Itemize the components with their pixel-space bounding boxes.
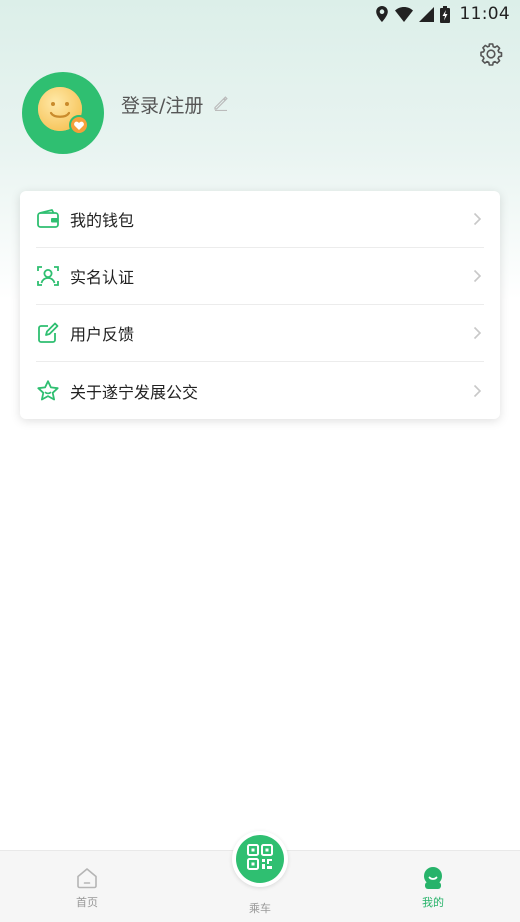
home-icon xyxy=(75,866,99,890)
ride-button[interactable] xyxy=(232,831,288,887)
chevron-right-icon xyxy=(470,269,484,283)
tab-home-label: 首页 xyxy=(76,896,98,909)
chevron-right-icon xyxy=(470,326,484,340)
menu-item-wallet[interactable]: 我的钱包 xyxy=(36,191,484,248)
bottom-nav: 首页 乘车 我的 xyxy=(0,831,520,922)
login-register-link[interactable]: 登录/注册 xyxy=(121,91,229,118)
gear-icon xyxy=(479,42,503,70)
star-icon xyxy=(36,379,60,403)
status-time: 11:04 xyxy=(459,4,510,24)
login-label: 登录/注册 xyxy=(121,95,204,117)
status-bar: 11:04 xyxy=(0,0,520,28)
ride-button-inner xyxy=(236,835,284,883)
settings-button[interactable] xyxy=(478,43,504,69)
tab-mine-label: 我的 xyxy=(422,896,444,909)
signal-icon xyxy=(418,6,434,22)
menu-label-about: 关于遂宁发展公交 xyxy=(70,382,199,402)
menu-item-feedback[interactable]: 用户反馈 xyxy=(36,305,484,362)
menu-label-feedback: 用户反馈 xyxy=(70,325,135,344)
chevron-right-icon xyxy=(470,384,484,398)
menu-label-id-verify: 实名认证 xyxy=(70,268,135,287)
battery-charging-icon xyxy=(439,5,450,23)
feedback-icon xyxy=(36,321,60,345)
wifi-icon xyxy=(394,6,413,22)
tab-home[interactable]: 首页 xyxy=(42,851,132,922)
profile-screen: 11:04 登录/注册 我的钱包 实名认证 用户反馈 关于遂宁发展公交 首页 乘… xyxy=(0,0,520,922)
tab-ride-label: 乘车 xyxy=(249,902,271,915)
chevron-right-icon xyxy=(470,212,484,226)
id-verify-icon xyxy=(36,264,60,288)
tab-mine[interactable]: 我的 xyxy=(388,851,478,922)
menu-label-wallet: 我的钱包 xyxy=(70,211,135,230)
menu-card: 我的钱包 实名认证 用户反馈 关于遂宁发展公交 xyxy=(20,191,500,419)
avatar[interactable] xyxy=(22,72,104,154)
tab-ride[interactable]: 乘车 xyxy=(215,831,305,922)
user-face-icon xyxy=(421,866,445,890)
menu-item-id-verify[interactable]: 实名认证 xyxy=(36,248,484,305)
menu-item-about[interactable]: 关于遂宁发展公交 xyxy=(36,362,484,419)
pencil-icon xyxy=(213,94,229,116)
qr-code-icon xyxy=(247,844,273,874)
wallet-icon xyxy=(36,207,60,231)
location-icon xyxy=(375,6,389,22)
smiley-avatar-icon xyxy=(34,82,92,144)
avatar-circle xyxy=(22,72,104,154)
